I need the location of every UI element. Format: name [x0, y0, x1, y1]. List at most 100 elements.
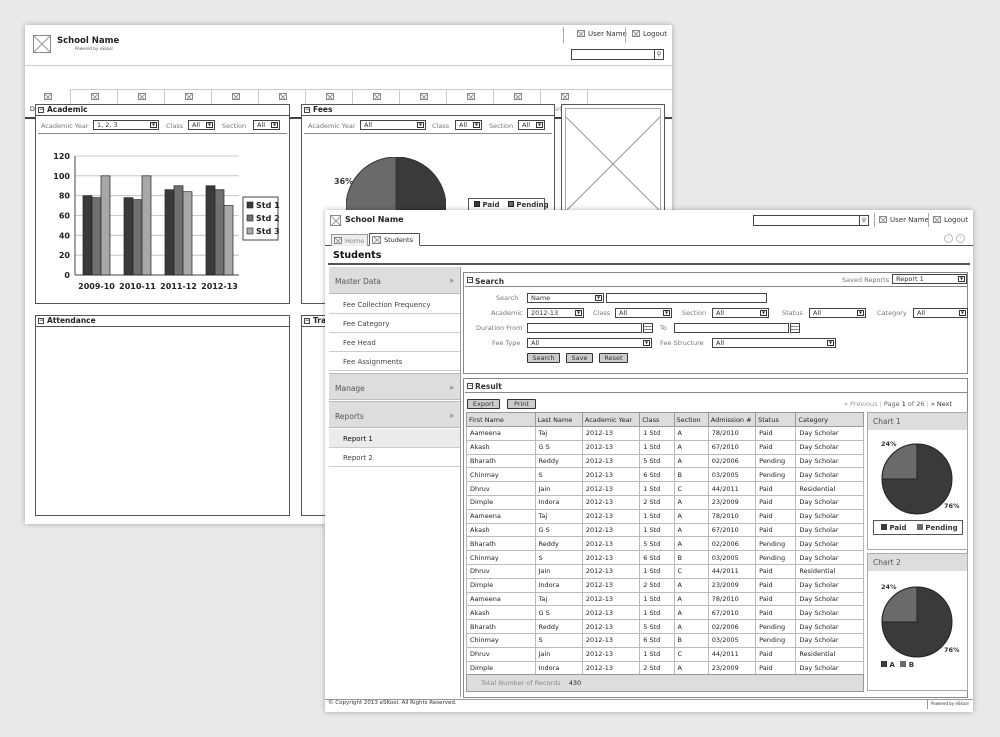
fees-class-select[interactable]: All ▼ — [455, 120, 482, 130]
duration-from-label: Duration From — [476, 324, 523, 332]
search-input[interactable]: ⚲ — [753, 215, 869, 226]
duration-to-field[interactable] — [674, 323, 789, 333]
tab-students[interactable]: Students — [369, 233, 420, 246]
sidebar-master-data[interactable]: Master Data» — [329, 267, 460, 294]
reset-button[interactable]: Reset — [599, 353, 628, 363]
table-row[interactable]: Chinmay S 2012-13 6 Std B 03/2005 Pending Day S… — [466, 632, 864, 648]
section-select[interactable]: All ▼ — [253, 120, 280, 130]
class-select[interactable]: All ▼ — [615, 308, 672, 318]
sidebar-item-fee-assignments[interactable]: Fee Assignments — [329, 352, 460, 371]
fees-section-select[interactable]: All ▼ — [518, 120, 545, 130]
user-name-link[interactable]: User Name — [890, 216, 929, 224]
sidebar-item-fee-category[interactable]: Fee Category — [329, 314, 460, 333]
search-panel-title: Search — [475, 277, 505, 286]
user-name-link[interactable]: User Name — [588, 30, 627, 38]
sidebar-manage[interactable]: Manage» — [329, 373, 460, 400]
column-header[interactable]: Section — [673, 412, 709, 427]
window-next-icon[interactable]: › — [956, 234, 965, 243]
page-number[interactable]: 1 — [902, 400, 906, 408]
collapse-icon[interactable]: − — [304, 318, 310, 324]
column-header[interactable]: Last Name — [534, 412, 583, 427]
category-select[interactable]: All ▼ — [913, 308, 968, 318]
search-input[interactable]: ⚲ — [571, 49, 664, 60]
sidebar-reports[interactable]: Reports» — [329, 401, 460, 428]
column-header[interactable]: Category — [795, 412, 864, 427]
logout-icon — [933, 216, 941, 223]
table-row[interactable]: Bharath Reddy 2012-13 5 Std A 02/2006 Pending D… — [466, 453, 864, 469]
collapse-icon[interactable]: − — [467, 383, 473, 389]
table-cell: 1 Std — [639, 481, 675, 496]
search-icon[interactable]: ⚲ — [859, 216, 868, 225]
table-cell: Pending — [755, 619, 797, 634]
table-cell: A — [673, 660, 709, 676]
search-icon[interactable]: ⚲ — [654, 50, 663, 59]
next-link[interactable]: » Next — [931, 400, 952, 408]
chevron-double-right-icon: » — [449, 383, 454, 392]
collapse-icon[interactable]: − — [467, 277, 473, 283]
table-row[interactable]: Akash G S 2012-13 1 Std A 67/2010 Paid Day Scho… — [466, 522, 864, 538]
save-button[interactable]: Save — [566, 353, 593, 363]
logout-link[interactable]: Logout — [944, 216, 968, 224]
search-button[interactable]: Search — [527, 353, 560, 363]
table-row[interactable]: Dhruv Jain 2012-13 1 Std C 44/2011 Paid Residen… — [466, 563, 864, 579]
table-row[interactable]: Chinmay S 2012-13 6 Std B 03/2005 Pending Day S… — [466, 467, 864, 483]
fee-type-select[interactable]: All ▼ — [527, 338, 652, 348]
column-header[interactable]: Admission # — [707, 412, 757, 427]
table-row[interactable]: Dimple Indora 2012-13 2 Std A 23/2009 Paid Day … — [466, 577, 864, 593]
table-row[interactable]: Aameena Taj 2012-13 1 Std A 78/2010 Paid Day Sc… — [466, 591, 864, 607]
export-button[interactable]: Export — [467, 399, 500, 409]
search-text-field[interactable] — [606, 293, 767, 303]
collapse-icon[interactable]: − — [38, 318, 44, 324]
transport-icon — [420, 93, 428, 100]
column-header[interactable]: First Name — [466, 412, 536, 427]
print-button[interactable]: Print — [507, 399, 536, 409]
saved-reports-select[interactable]: Report 1 ▼ — [892, 274, 967, 284]
section-select[interactable]: All ▼ — [712, 308, 769, 318]
table-cell: 03/2005 — [707, 632, 757, 648]
table-row[interactable]: Dimple Indora 2012-13 2 Std A 23/2009 Paid Day … — [466, 494, 864, 510]
table-cell: S — [534, 550, 583, 565]
table-row[interactable]: Bharath Reddy 2012-13 5 Std A 02/2006 Pending D… — [466, 619, 864, 634]
logout-link[interactable]: Logout — [643, 30, 667, 38]
tab-home[interactable]: Home — [331, 234, 368, 246]
column-header[interactable]: Status — [755, 412, 797, 427]
duration-from-field[interactable] — [527, 323, 642, 333]
search-panel: − Search Saved Reports Report 1 ▼ Search … — [463, 272, 968, 374]
column-header[interactable]: Class — [639, 412, 675, 427]
table-row[interactable]: Akash G S 2012-13 1 Std A 67/2010 Paid Day Scho… — [466, 439, 864, 455]
table-cell: 5 Std — [639, 453, 675, 469]
table-row[interactable]: Dhruv Jain 2012-13 1 Std C 44/2011 Paid Residen… — [466, 646, 864, 662]
window-prev-icon[interactable]: ‹ — [944, 234, 953, 243]
table-row[interactable]: Chinmay S 2012-13 6 Std B 03/2005 Pending Day S… — [466, 550, 864, 565]
table-cell: 67/2010 — [707, 522, 757, 538]
table-cell: Jain — [534, 646, 583, 662]
sidebar-item-fee-head[interactable]: Fee Head — [329, 333, 460, 352]
table-row[interactable]: Akash G S 2012-13 1 Std A 67/2010 Paid Day Scho… — [466, 605, 864, 621]
table-row[interactable]: Dhruv Jain 2012-13 1 Std C 44/2011 Paid Residen… — [466, 481, 864, 496]
status-label: Status — [782, 309, 803, 317]
chart2-panel: Chart 2 24% 76% A B — [867, 553, 968, 691]
collapse-icon[interactable]: − — [38, 107, 44, 113]
academic-select[interactable]: 2012-13 ▼ — [527, 308, 584, 318]
academic-year-select[interactable]: 1, 2, 3 ▼ — [93, 120, 159, 130]
sidebar-item-report-2[interactable]: Report 2 — [329, 448, 460, 467]
previous-link[interactable]: « Previous — [844, 400, 878, 408]
table-cell: Day Scholar — [795, 660, 864, 676]
status-select[interactable]: All ▼ — [809, 308, 866, 318]
table-row[interactable]: Bharath Reddy 2012-13 5 Std A 02/2006 Pending D… — [466, 536, 864, 552]
calendar-icon[interactable] — [790, 323, 800, 333]
column-header[interactable]: Academic Year — [581, 412, 641, 427]
fees-class-label: Class — [432, 122, 450, 130]
table-row[interactable]: Aameena Taj 2012-13 1 Std A 78/2010 Paid Day Sc… — [466, 426, 864, 441]
collapse-icon[interactable]: − — [304, 107, 310, 113]
calendar-icon[interactable] — [643, 323, 653, 333]
sidebar-item-report-1[interactable]: Report 1 — [329, 429, 460, 448]
table-row[interactable]: Aameena Taj 2012-13 1 Std A 78/2010 Paid Day Sc… — [466, 508, 864, 524]
header-divider — [625, 27, 626, 43]
class-select[interactable]: All ▼ — [188, 120, 215, 130]
fees-year-select[interactable]: All ▼ — [360, 120, 426, 130]
search-by-select[interactable]: Name ▼ — [527, 293, 604, 303]
sidebar-item-fee-collection-frequency[interactable]: Fee Collection Frequency — [329, 295, 460, 314]
table-row[interactable]: Dimple Indora 2012-13 2 Std A 23/2009 Paid Day … — [466, 660, 864, 676]
fee-structure-select[interactable]: All ▼ — [712, 338, 836, 348]
